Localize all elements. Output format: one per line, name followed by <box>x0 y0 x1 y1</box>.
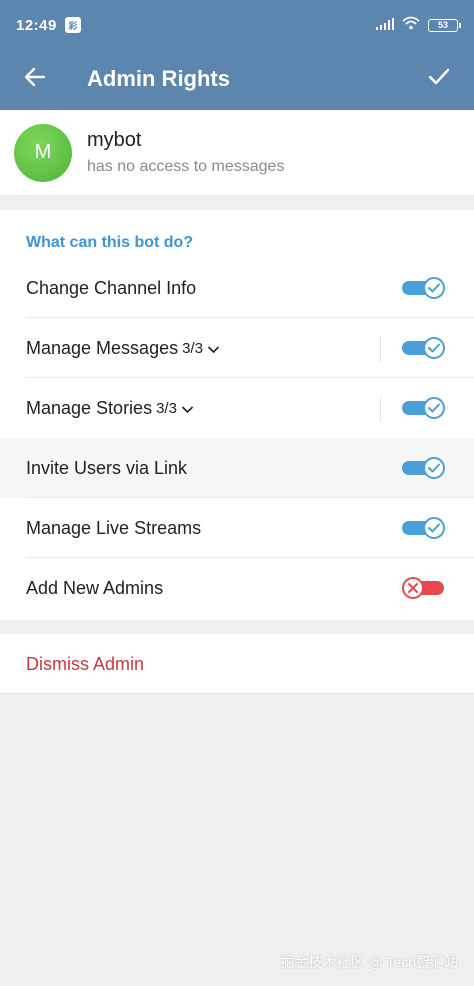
vertical-divider <box>380 336 381 362</box>
status-bar: 12:49 彩 53 <box>0 0 474 50</box>
right-row-change-channel-info[interactable]: Change Channel Info <box>0 258 474 318</box>
dismiss-admin-label: Dismiss Admin <box>26 653 145 674</box>
bot-status-text: has no access to messages <box>87 158 285 175</box>
right-row-invite-users[interactable]: Invite Users via Link <box>0 438 474 498</box>
divider <box>0 693 474 694</box>
toolbar: Admin Rights <box>0 50 474 108</box>
right-label: Manage Live Streams <box>26 517 202 538</box>
right-count: 3/3 <box>182 339 203 357</box>
toggle-switch[interactable] <box>402 517 446 539</box>
app-header: 12:49 彩 53 Admin Rights <box>0 0 474 110</box>
toggle-switch[interactable] <box>402 337 446 359</box>
toggle-switch[interactable] <box>402 577 446 599</box>
toggle-switch[interactable] <box>402 277 446 299</box>
toggle-switch[interactable] <box>402 397 446 419</box>
toggle-on-check-icon <box>402 337 446 363</box>
signal-icon <box>376 17 394 34</box>
toggle-on-check-icon <box>402 517 446 543</box>
bot-name: mybot <box>87 129 142 151</box>
save-button[interactable] <box>404 50 474 108</box>
right-label: Manage Stories 3/3 <box>26 398 194 419</box>
arrow-left-icon <box>24 67 46 92</box>
right-row-manage-live-streams[interactable]: Manage Live Streams <box>0 498 474 558</box>
toggle-on-check-icon <box>402 277 446 303</box>
toggle-switch[interactable] <box>402 457 446 479</box>
right-label: Change Channel Info <box>26 277 197 298</box>
right-row-manage-messages[interactable]: Manage Messages 3/3 <box>0 318 474 378</box>
avatar: M <box>14 123 72 182</box>
right-count: 3/3 <box>156 399 177 417</box>
right-row-add-new-admins[interactable]: Add New Admins <box>0 558 474 618</box>
section-title: What can this bot do? <box>26 234 194 251</box>
dismiss-admin-button[interactable]: Dismiss Admin <box>0 634 474 694</box>
toggle-off-x-icon <box>402 577 446 603</box>
toggle-on-check-icon <box>402 457 446 483</box>
status-icons: 53 <box>376 16 461 34</box>
chevron-down-icon[interactable] <box>207 338 220 359</box>
bot-details: mybot has no access to messages <box>87 129 284 176</box>
watermark: 掘金技术社区 @ Tech智汇站 <box>280 954 458 970</box>
notification-app-icon: 彩 <box>64 17 81 33</box>
battery-icon: 53 <box>428 18 461 32</box>
rights-section: What can this bot do? Change Channel Inf… <box>0 210 474 620</box>
checkmark-icon <box>428 68 450 91</box>
right-label: Add New Admins <box>26 577 164 598</box>
page-title: Admin Rights <box>87 66 230 91</box>
right-row-manage-stories[interactable]: Manage Stories 3/3 <box>0 378 474 438</box>
back-button[interactable] <box>0 50 70 108</box>
bot-info-card: M mybot has no access to messages <box>0 110 474 195</box>
status-time: 12:49 <box>16 16 57 34</box>
vertical-divider <box>380 396 381 422</box>
wifi-icon <box>402 16 420 34</box>
right-label: Manage Messages 3/3 <box>26 338 220 359</box>
right-label: Invite Users via Link <box>26 457 188 478</box>
chevron-down-icon[interactable] <box>181 398 194 419</box>
toggle-on-check-icon <box>402 397 446 423</box>
